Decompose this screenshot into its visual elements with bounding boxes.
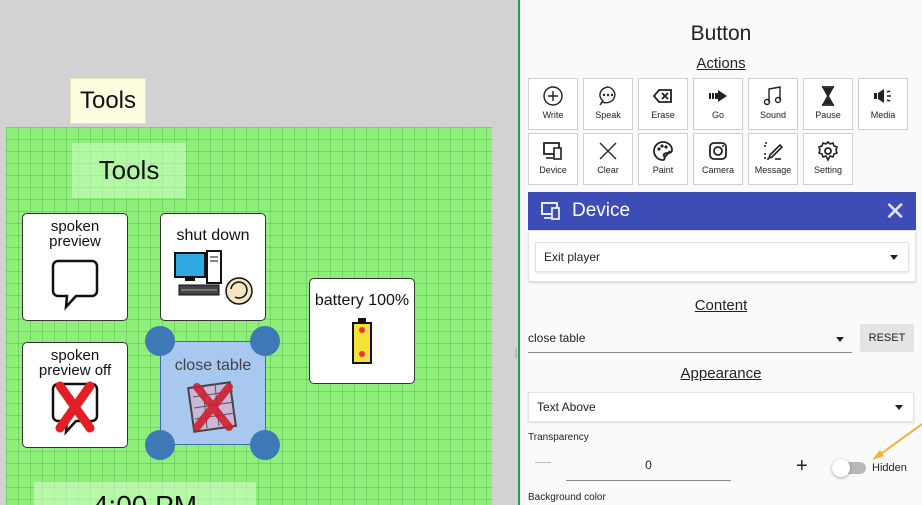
action-label: Paint (652, 165, 674, 175)
action-label: Setting (813, 165, 843, 175)
board-canvas: Tools Tools spoken preview shut down bat… (0, 0, 518, 505)
annotation-arrow-icon (872, 423, 922, 460)
action-label: Sound (759, 110, 787, 120)
chevron-down-icon (890, 255, 898, 260)
actions-heading: Actions (696, 55, 746, 72)
action-label: Clear (597, 165, 619, 175)
transparency-label: Transparency (528, 432, 589, 443)
action-device-button[interactable]: Device (528, 133, 578, 185)
hidden-label: Hidden (872, 462, 907, 474)
erase-icon (652, 89, 672, 103)
select-value: Text Above (537, 400, 596, 414)
action-label: Erase (651, 110, 675, 120)
sound-icon (763, 86, 782, 106)
action-pause-button[interactable]: Pause (803, 78, 853, 130)
action-label: Media (870, 110, 896, 120)
board-label[interactable]: Tools (70, 78, 146, 124)
clock-widget[interactable]: 4:00 PM (34, 482, 256, 505)
action-label: Pause (815, 110, 841, 120)
resize-handle-top-right[interactable] (250, 326, 280, 356)
content-heading: Content (694, 297, 748, 314)
resize-handle-top-left[interactable] (145, 326, 175, 356)
action-paint-button[interactable]: Paint (638, 133, 688, 185)
appearance-heading: Appearance (680, 365, 762, 382)
device-action-header: Device ✕ (528, 192, 916, 230)
tile-label: spoken preview off (38, 347, 112, 379)
media-icon (874, 89, 891, 103)
tile-label: shut down (176, 227, 250, 244)
select-value: Exit player (544, 250, 601, 264)
background-color-label: Background color (528, 492, 606, 503)
palette-icon (653, 141, 673, 161)
clear-icon (599, 142, 617, 160)
divider-grip[interactable] (515, 348, 517, 358)
action-label: Message (754, 165, 792, 175)
tile-battery[interactable]: battery 100% (309, 278, 415, 384)
transparency-input[interactable]: 0 (566, 458, 731, 481)
go-icon (709, 90, 727, 102)
action-setting-button[interactable]: Setting (803, 133, 853, 185)
battery-icon (352, 318, 372, 364)
action-label: Camera (701, 165, 734, 175)
tile-label: close table (174, 357, 252, 374)
action-camera-button[interactable]: Camera (693, 133, 743, 185)
tile-spoken-preview-off[interactable]: spoken preview off (22, 342, 128, 448)
write-icon (543, 86, 563, 106)
action-label: Go (711, 110, 724, 120)
decrement-button[interactable] (535, 462, 551, 463)
gear-icon (817, 140, 839, 162)
appearance-select[interactable]: Text Above (528, 392, 914, 422)
tile-shut-down[interactable]: shut down (160, 213, 266, 321)
camera-icon (709, 142, 727, 160)
close-icon[interactable]: ✕ (884, 198, 906, 224)
resize-handle-bottom-right[interactable] (250, 430, 280, 460)
speech-off-icon (51, 381, 99, 436)
action-clear-button[interactable]: Clear (583, 133, 633, 185)
device-card: Exit player (528, 230, 916, 282)
device-icon (543, 142, 562, 160)
message-icon (764, 142, 784, 160)
speak-icon (599, 86, 616, 106)
grid-title[interactable]: Tools (72, 143, 186, 198)
action-label: Speak (595, 110, 621, 120)
action-media-button[interactable]: Media (858, 78, 908, 130)
chevron-down-icon (895, 405, 903, 410)
tile-spoken-preview[interactable]: spoken preview (22, 213, 128, 321)
action-label: Device (539, 165, 567, 175)
toggle-knob (832, 459, 850, 477)
tile-label: spoken preview (49, 218, 101, 250)
hidden-toggle[interactable] (832, 459, 866, 477)
chevron-down-icon (836, 337, 844, 342)
content-select[interactable]: close table (528, 326, 852, 353)
device-icon (541, 202, 560, 220)
action-speak-button[interactable]: Speak (583, 78, 633, 130)
reset-button[interactable]: RESET (860, 324, 914, 352)
device-title: Device (572, 200, 631, 221)
increment-button[interactable]: + (796, 456, 808, 476)
resize-handle-bottom-left[interactable] (145, 430, 175, 460)
tile-close-table[interactable]: close table (160, 341, 266, 445)
action-write-button[interactable]: Write (528, 78, 578, 130)
action-go-button[interactable]: Go (693, 78, 743, 130)
speech-bubble-icon (51, 259, 99, 311)
panel-title: Button (690, 22, 752, 45)
select-value: close table (528, 331, 586, 345)
close-table-icon (187, 381, 237, 433)
computer-shutdown-icon (174, 250, 253, 305)
action-label: Write (542, 110, 564, 120)
action-sound-button[interactable]: Sound (748, 78, 798, 130)
action-erase-button[interactable]: Erase (638, 78, 688, 130)
hourglass-icon (822, 86, 834, 106)
action-message-button[interactable]: Message (748, 133, 798, 185)
device-action-select[interactable]: Exit player (535, 242, 909, 272)
tile-label: battery 100% (314, 292, 410, 309)
